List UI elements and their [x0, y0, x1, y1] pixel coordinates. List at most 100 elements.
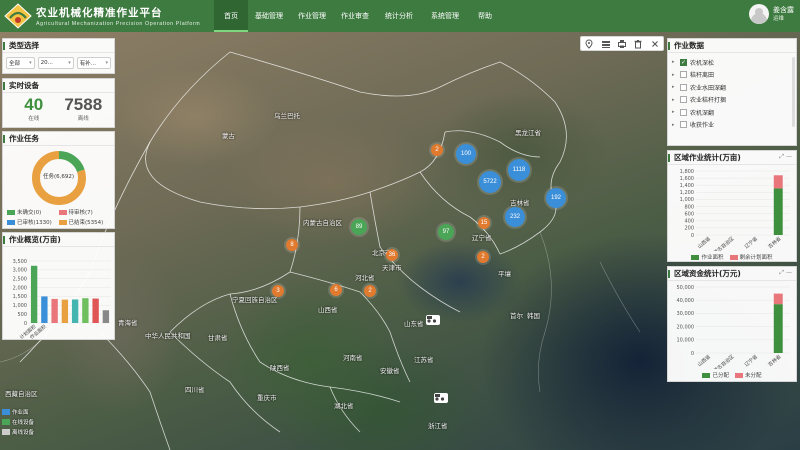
map-legend-item[interactable]: 离线设备	[2, 428, 52, 436]
fund-bar-chart: 50,000 40,000 30,000 20,000 10,000 0山西省内蒙古自治区…	[677, 285, 790, 378]
map-place-label: 山西省	[318, 306, 338, 314]
task-legend-item[interactable]: 已审核(1330)	[7, 218, 59, 226]
map-cluster-marker[interactable]: 36	[386, 249, 398, 261]
legend-item[interactable]: 已分配	[702, 371, 729, 379]
chevron-right-icon[interactable]: ▸	[672, 84, 680, 90]
map-cluster-marker[interactable]: 6	[330, 284, 342, 296]
operation-type-item[interactable]: ▸ 收获作业	[672, 119, 792, 132]
checkbox[interactable]	[680, 108, 687, 116]
map-cluster-marker[interactable]: 2	[477, 251, 489, 263]
legend-label: 剩余计划面积	[739, 255, 773, 261]
map-cluster-marker[interactable]: 5722	[479, 171, 501, 193]
chevron-right-icon[interactable]: ▸	[672, 72, 680, 78]
legend-swatch	[729, 255, 738, 260]
y-tick-label: 20,000	[677, 324, 695, 330]
y-tick-label: 1,800	[680, 169, 694, 175]
legend-swatch	[7, 219, 15, 225]
close-icon[interactable]	[650, 39, 660, 49]
checkbox[interactable]	[680, 96, 687, 104]
legend-item[interactable]: 剩余计划面积	[729, 253, 773, 261]
chevron-right-icon[interactable]: ▸	[672, 109, 680, 115]
map-cluster-marker[interactable]: 2	[364, 285, 376, 297]
checkbox[interactable]: ✓	[680, 58, 687, 66]
bar[interactable]	[773, 293, 783, 305]
expand-icon[interactable]: ⤢	[779, 269, 784, 276]
map-cluster-marker[interactable]: 2	[431, 144, 443, 156]
bar[interactable]	[773, 188, 783, 235]
operation-type-item[interactable]: ▸ 农机深翻	[672, 106, 792, 119]
user-menu[interactable]: 姜含露 运维	[749, 4, 794, 24]
location-pin-icon[interactable]	[584, 38, 594, 49]
y-tick-label: 1,200	[680, 190, 694, 196]
task-legend-item[interactable]: 已结束(5354)	[58, 218, 111, 226]
legend-swatch	[702, 373, 711, 378]
operation-type-item[interactable]: ▸ ✓ 农机深松	[672, 56, 792, 69]
offline-label: 离线	[77, 116, 89, 122]
nav-operation-management[interactable]: 作业管理	[290, 0, 334, 32]
map-legend-item[interactable]: 作业面	[2, 408, 52, 416]
map-place-label: 浙江省	[428, 422, 448, 430]
operation-type-item[interactable]: ▸ 秸秆离田	[672, 69, 792, 82]
map-cluster-marker[interactable]: 97	[438, 224, 454, 240]
bar[interactable]	[82, 298, 89, 323]
bar[interactable]	[773, 175, 783, 189]
bar[interactable]	[51, 298, 58, 323]
legend-item[interactable]: 作业面积	[691, 253, 724, 261]
minimize-icon[interactable]: —	[786, 269, 792, 276]
bar[interactable]	[102, 310, 110, 323]
offline-count: 7588	[64, 95, 103, 114]
tractor-icon[interactable]	[426, 315, 440, 325]
type-select[interactable]: 全部 ▾	[6, 57, 35, 69]
nav-home[interactable]: 首页	[214, 0, 248, 32]
checkbox[interactable]	[680, 121, 687, 129]
bar[interactable]	[30, 265, 38, 323]
avatar[interactable]	[749, 4, 769, 24]
map-cluster-marker[interactable]: 192	[546, 188, 566, 208]
nav-help[interactable]: 帮助	[468, 0, 502, 32]
chevron-right-icon[interactable]: ▸	[672, 59, 680, 65]
y-tick-label: 500	[17, 312, 27, 318]
legend-swatch	[2, 419, 10, 425]
map-cluster-marker[interactable]: 15	[478, 217, 490, 229]
checkbox[interactable]	[680, 83, 687, 91]
operation-type-item[interactable]: ▸ 农业秸秆打捆	[672, 94, 792, 107]
nav-system-management[interactable]: 系统管理	[422, 0, 468, 32]
map-cluster-marker[interactable]: 3	[272, 285, 284, 297]
checkbox[interactable]	[680, 71, 687, 79]
layers-icon[interactable]	[601, 39, 611, 49]
map-cluster-marker[interactable]: 8	[286, 239, 298, 251]
task-legend-item[interactable]: 待审核(7)	[58, 208, 111, 216]
bar[interactable]	[61, 299, 69, 323]
y-tick-label: 1,500	[13, 294, 27, 300]
bar[interactable]	[773, 304, 783, 353]
task-legend-item[interactable]: 未确交(0)	[7, 208, 59, 216]
expand-icon[interactable]: ⤢	[779, 153, 784, 160]
map-cluster-marker[interactable]: 232	[505, 207, 525, 227]
tree-scrollbar[interactable]	[792, 57, 795, 127]
map-cluster-marker[interactable]: 89	[351, 219, 367, 235]
bar[interactable]	[92, 298, 99, 323]
operation-type-item[interactable]: ▸ 农业水田深翻	[672, 81, 792, 94]
y-tick-label: 0	[691, 233, 694, 239]
panel-title: 作业数据	[668, 39, 796, 53]
year-select[interactable]: 20... ▾	[37, 57, 74, 69]
bar[interactable]	[71, 299, 79, 323]
task-donut-chart: 任务(6,692)	[31, 150, 87, 206]
map-cluster-marker[interactable]: 1118	[508, 159, 530, 181]
nav-basic-management[interactable]: 基础管理	[248, 0, 290, 32]
nav-operation-review[interactable]: 作业审查	[334, 0, 376, 32]
map-cluster-marker[interactable]: 100	[456, 144, 476, 164]
nav-statistics[interactable]: 统计分析	[376, 0, 422, 32]
bar[interactable]	[41, 296, 48, 323]
chevron-right-icon[interactable]: ▸	[672, 122, 680, 128]
subsidy-select[interactable]: 有补... ▾	[76, 57, 111, 69]
minimize-icon[interactable]: —	[786, 153, 792, 160]
overview-bar-chart: 3,5003,0002,5002,0001,5001,0005000计划面积作业…	[13, 259, 111, 341]
chevron-right-icon[interactable]: ▸	[672, 97, 680, 103]
print-icon[interactable]	[617, 39, 627, 49]
legend-item[interactable]: 未分配	[735, 371, 762, 379]
map-legend-item[interactable]: 在线设备	[2, 418, 52, 426]
trash-icon[interactable]	[633, 39, 643, 49]
tractor-icon[interactable]	[434, 393, 448, 403]
map-place-label: 河北省	[355, 274, 375, 282]
